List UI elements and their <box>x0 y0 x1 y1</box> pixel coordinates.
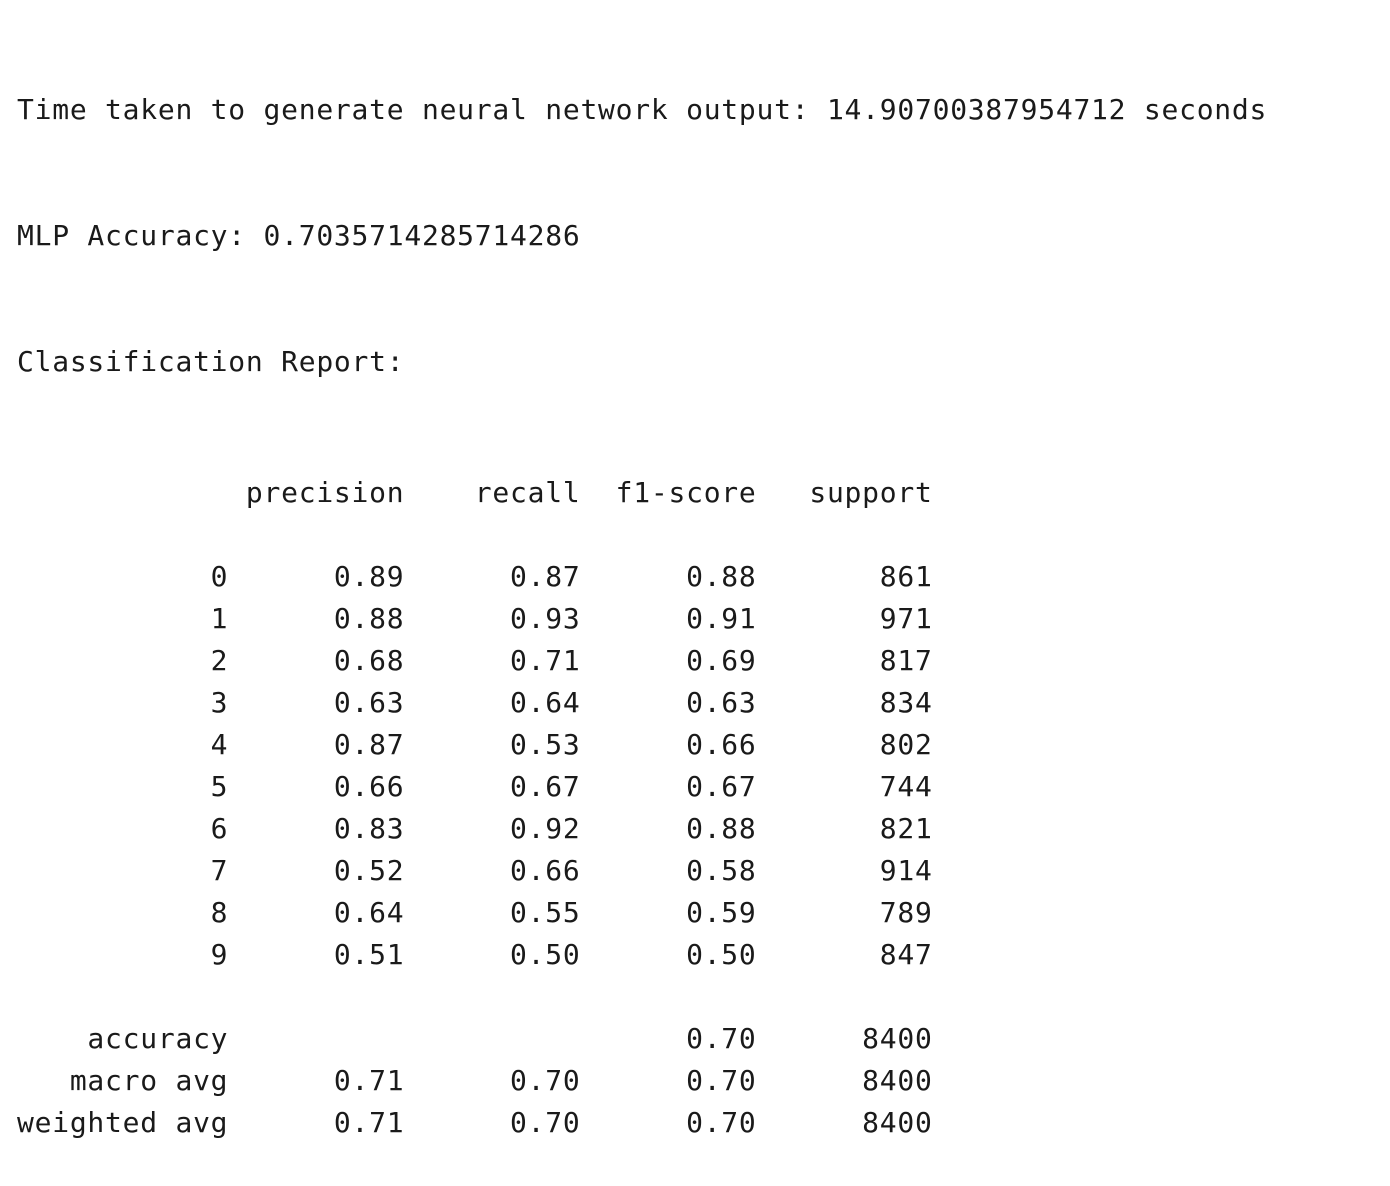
report-class-row: 6 0.83 0.92 0.88 821 <box>17 812 933 845</box>
report-class-row: 9 0.51 0.50 0.50 847 <box>17 938 933 971</box>
report-summary-row: macro avg 0.71 0.70 0.70 8400 <box>17 1064 933 1097</box>
report-class-row: 4 0.87 0.53 0.66 802 <box>17 728 933 761</box>
report-summary-row: weighted avg 0.71 0.70 0.70 8400 <box>17 1106 933 1139</box>
report-class-row: 2 0.68 0.71 0.69 817 <box>17 644 933 677</box>
report-header-row: precision recall f1-score support <box>17 476 933 509</box>
classification-report: precision recall f1-score support 0 0.89… <box>17 472 1387 1144</box>
report-summary-row: accuracy 0.70 8400 <box>17 1022 933 1055</box>
report-class-row: 5 0.66 0.67 0.67 744 <box>17 770 933 803</box>
report-class-row: 7 0.52 0.66 0.58 914 <box>17 854 933 887</box>
report-title: Classification Report: <box>17 345 405 378</box>
report-class-row: 3 0.63 0.64 0.63 834 <box>17 686 933 719</box>
report-class-row: 1 0.88 0.93 0.91 971 <box>17 602 933 635</box>
mlp-accuracy-line: MLP Accuracy: 0.7035714285714286 <box>17 219 581 252</box>
report-class-row: 0 0.89 0.87 0.88 861 <box>17 560 933 593</box>
time-taken-line: Time taken to generate neural network ou… <box>17 93 1268 126</box>
report-class-row: 8 0.64 0.55 0.59 789 <box>17 896 933 929</box>
console-output: Time taken to generate neural network ou… <box>17 0 1387 1139</box>
